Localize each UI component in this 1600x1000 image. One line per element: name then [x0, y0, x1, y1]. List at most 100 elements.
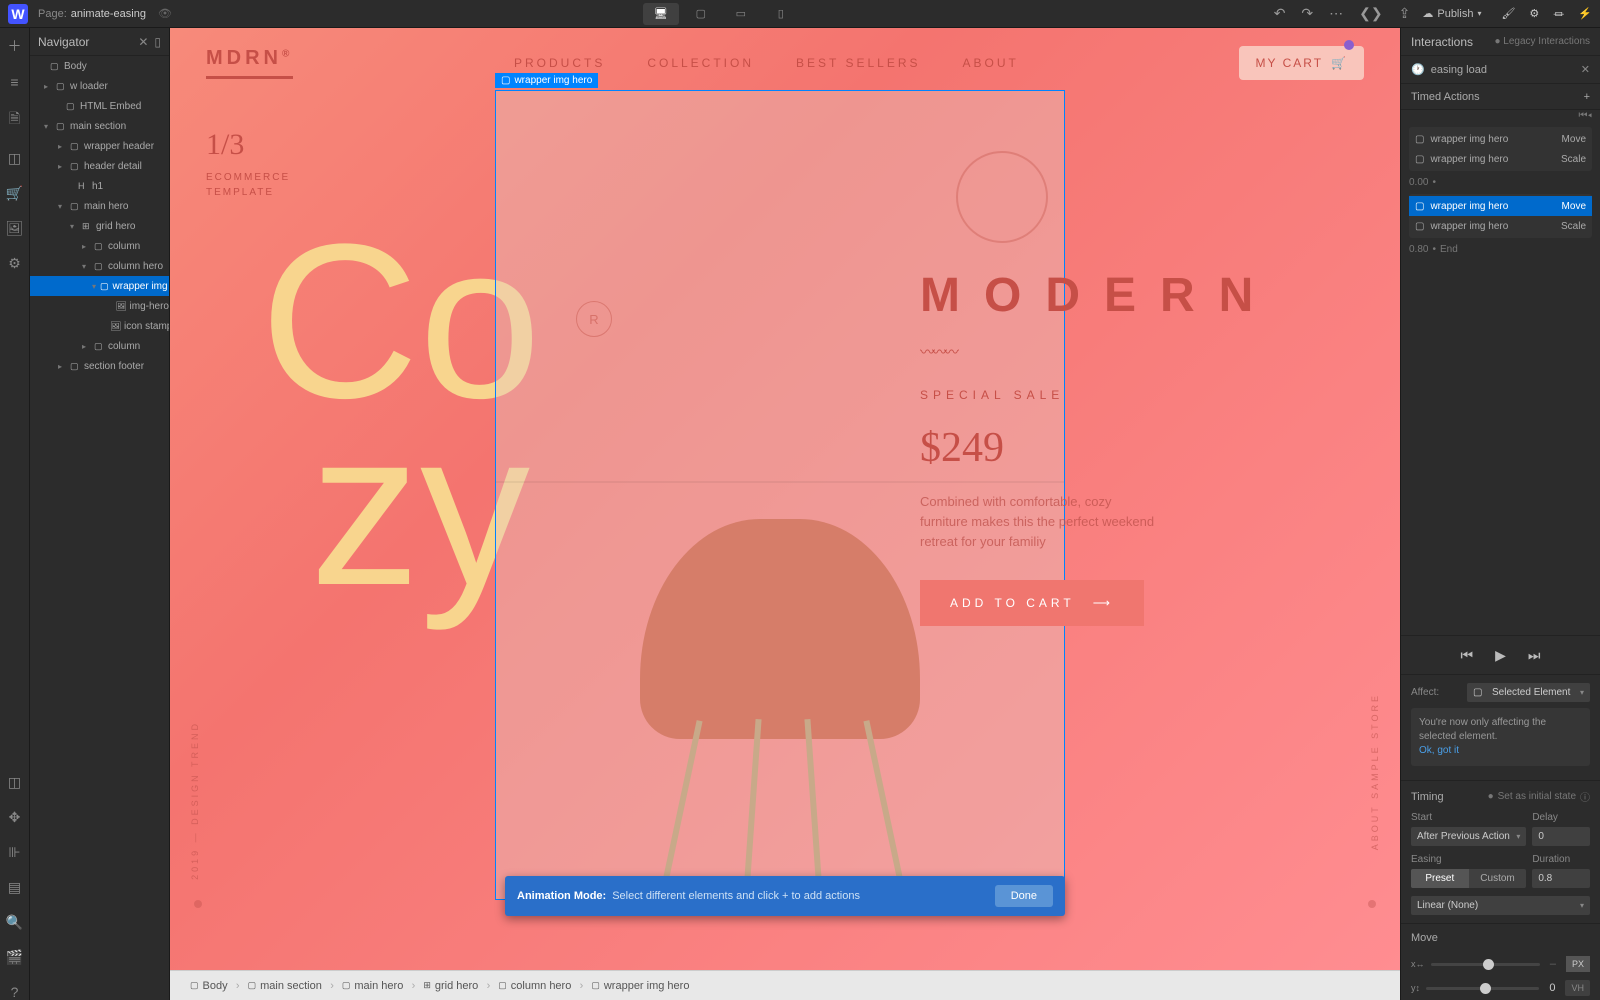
nav-item[interactable]: ▾▢column hero: [30, 256, 169, 276]
action-row[interactable]: ▢wrapper img heroScale: [1409, 149, 1592, 169]
duration-input[interactable]: 0.8: [1532, 869, 1590, 888]
cart-button[interactable]: MY CART 🛒: [1239, 46, 1364, 80]
assets-icon[interactable]: 🖼: [6, 220, 24, 237]
nav-item[interactable]: 🖼icon stamp: [30, 316, 169, 336]
modern-title: MODERN: [920, 268, 1300, 323]
cms-icon[interactable]: ◫: [8, 150, 21, 167]
breadcrumb-item[interactable]: ⊞grid hero: [413, 980, 488, 992]
close-icon[interactable]: ✕: [138, 35, 148, 49]
add-to-cart-button[interactable]: ADD TO CART ⟶: [920, 580, 1144, 626]
help-icon[interactable]: ?: [11, 984, 19, 1000]
breadcrumb-item[interactable]: ▢Body: [180, 980, 238, 992]
brush-icon[interactable]: 🖌: [1501, 7, 1515, 20]
undo-icon[interactable]: ↶: [1270, 1, 1290, 26]
move-y-slider[interactable]: y↕ 0 VH: [1401, 976, 1600, 1000]
nav-item[interactable]: ▾⊞grid hero: [30, 216, 169, 236]
tool-a-icon[interactable]: ◫: [8, 774, 21, 791]
brand-logo[interactable]: MDRN®: [206, 47, 293, 79]
move-x-slider[interactable]: x↔ – PX: [1401, 952, 1600, 976]
redo-icon[interactable]: ↷: [1297, 1, 1317, 26]
action-row[interactable]: ▢wrapper img heroMove: [1409, 196, 1592, 216]
add-action-icon[interactable]: +: [1584, 91, 1590, 103]
breadcrumb-item[interactable]: ▢column hero: [488, 980, 581, 992]
timing-label: Timing: [1411, 791, 1444, 803]
gear-icon[interactable]: ⚙: [1529, 7, 1539, 20]
animation-mode-label: Animation Mode:: [517, 890, 606, 902]
slider-dot-left[interactable]: [194, 900, 202, 908]
legacy-interactions[interactable]: ● Legacy Interactions: [1494, 36, 1590, 47]
tool-d-icon[interactable]: ▤: [8, 879, 21, 896]
nav-about[interactable]: ABOUT: [963, 56, 1019, 70]
nav-collection[interactable]: COLLECTION: [647, 56, 754, 70]
collapse-icon[interactable]: ▯: [154, 35, 161, 49]
action-row[interactable]: ▢wrapper img heroMove: [1409, 129, 1592, 149]
nav-item[interactable]: ▸▢column: [30, 236, 169, 256]
delay-input[interactable]: 0: [1532, 827, 1590, 846]
skip-back-icon[interactable]: ⏮: [1461, 647, 1474, 664]
page-name[interactable]: animate-easing: [71, 8, 146, 20]
animation-mode-bar: Animation Mode: Select different element…: [505, 876, 1065, 916]
preview-eye-icon[interactable]: 👁: [158, 7, 172, 20]
affect-dropdown[interactable]: ▢ Selected Element▾: [1467, 683, 1590, 702]
device-tablet-landscape-icon[interactable]: ▭: [723, 3, 759, 25]
play-icon[interactable]: ▶: [1495, 647, 1506, 664]
navigator-tree: ▢Body▸▢w loader▢HTML Embed▾▢main section…: [30, 56, 169, 1000]
interactions-panel: Interactions ● Legacy Interactions 🕐 eas…: [1400, 28, 1600, 1000]
pages-icon[interactable]: 🗎: [9, 108, 20, 132]
nav-item[interactable]: ▢Body: [30, 56, 169, 76]
nav-item[interactable]: ▸▢column: [30, 336, 169, 356]
slider-dot-right[interactable]: [1368, 900, 1376, 908]
add-element-icon[interactable]: ＋: [8, 36, 22, 56]
ok-got-it-link[interactable]: Ok, got it: [1419, 745, 1459, 756]
code-icon[interactable]: ❮❯: [1355, 1, 1386, 26]
comments-icon[interactable]: ⋯: [1325, 1, 1347, 26]
tool-c-icon[interactable]: ⊪: [8, 844, 20, 861]
canvas[interactable]: MDRN® PRODUCTS COLLECTION BEST SELLERS A…: [170, 28, 1400, 970]
nav-item[interactable]: ▾▢main section: [30, 116, 169, 136]
action-row[interactable]: ▢wrapper img heroScale: [1409, 216, 1592, 236]
breadcrumb-item[interactable]: ▢main section: [238, 980, 332, 992]
nav-item[interactable]: ▸▢header detail: [30, 156, 169, 176]
zigzag-divider-icon: 〰〰〰: [920, 341, 1300, 362]
nav-item[interactable]: Hh1: [30, 176, 169, 196]
rewind-icon[interactable]: ⏮◂: [1578, 110, 1592, 121]
skip-fwd-icon[interactable]: ⏭: [1528, 647, 1541, 664]
nav-item[interactable]: ▸▢w loader: [30, 76, 169, 96]
nav-item[interactable]: 🖼img-hero: [30, 296, 169, 316]
breadcrumb-item[interactable]: ▢main hero: [332, 980, 413, 992]
nav-item[interactable]: ▾▢wrapper img hero: [30, 276, 169, 296]
nav-item[interactable]: ▸▢wrapper header: [30, 136, 169, 156]
publish-button[interactable]: ☁Publish▾: [1422, 7, 1481, 20]
breadcrumb-item[interactable]: ▢wrapper img hero: [581, 980, 699, 992]
nav-item[interactable]: ▾▢main hero: [30, 196, 169, 216]
interaction-selector[interactable]: 🕐 easing load ✕: [1401, 56, 1600, 84]
done-button[interactable]: Done: [995, 885, 1053, 907]
filter-icon[interactable]: ⏛: [1553, 6, 1564, 22]
settings-icon[interactable]: ⚙: [8, 255, 21, 272]
nav-item[interactable]: ▸▢section footer: [30, 356, 169, 376]
video-icon[interactable]: 🎬: [6, 949, 23, 966]
export-icon[interactable]: ⇪: [1395, 1, 1415, 26]
webflow-logo-icon[interactable]: W: [8, 4, 28, 24]
search-icon[interactable]: 🔍: [6, 914, 23, 931]
preset-tab[interactable]: Preset: [1411, 869, 1469, 888]
device-mobile-icon[interactable]: ▯: [763, 3, 799, 25]
close-icon[interactable]: ✕: [1581, 63, 1590, 76]
easing-mode-toggle[interactable]: Preset Custom: [1411, 869, 1526, 888]
tool-b-icon[interactable]: ✥: [9, 809, 21, 826]
custom-tab[interactable]: Custom: [1469, 869, 1527, 888]
animation-mode-text: Select different elements and click + to…: [612, 890, 994, 902]
start-dropdown[interactable]: After Previous Action▾: [1411, 827, 1526, 846]
interactions-icon[interactable]: ⚡: [1578, 7, 1592, 20]
nav-item[interactable]: ▢HTML Embed: [30, 96, 169, 116]
selection-label[interactable]: ▢ wrapper img hero: [495, 73, 598, 88]
ecommerce-icon[interactable]: 🛒: [6, 185, 23, 202]
device-tablet-icon[interactable]: ▢: [683, 3, 719, 25]
easing-dropdown[interactable]: Linear (None)▾: [1411, 896, 1590, 915]
list-icon[interactable]: ≡: [10, 74, 18, 90]
cart-icon: 🛒: [1331, 56, 1348, 70]
nav-products[interactable]: PRODUCTS: [514, 56, 605, 70]
nav-bestsellers[interactable]: BEST SELLERS: [796, 56, 921, 70]
set-initial-state[interactable]: ● Set as initial state ⓘ: [1488, 789, 1590, 804]
device-desktop-icon[interactable]: 🖥: [643, 3, 679, 25]
